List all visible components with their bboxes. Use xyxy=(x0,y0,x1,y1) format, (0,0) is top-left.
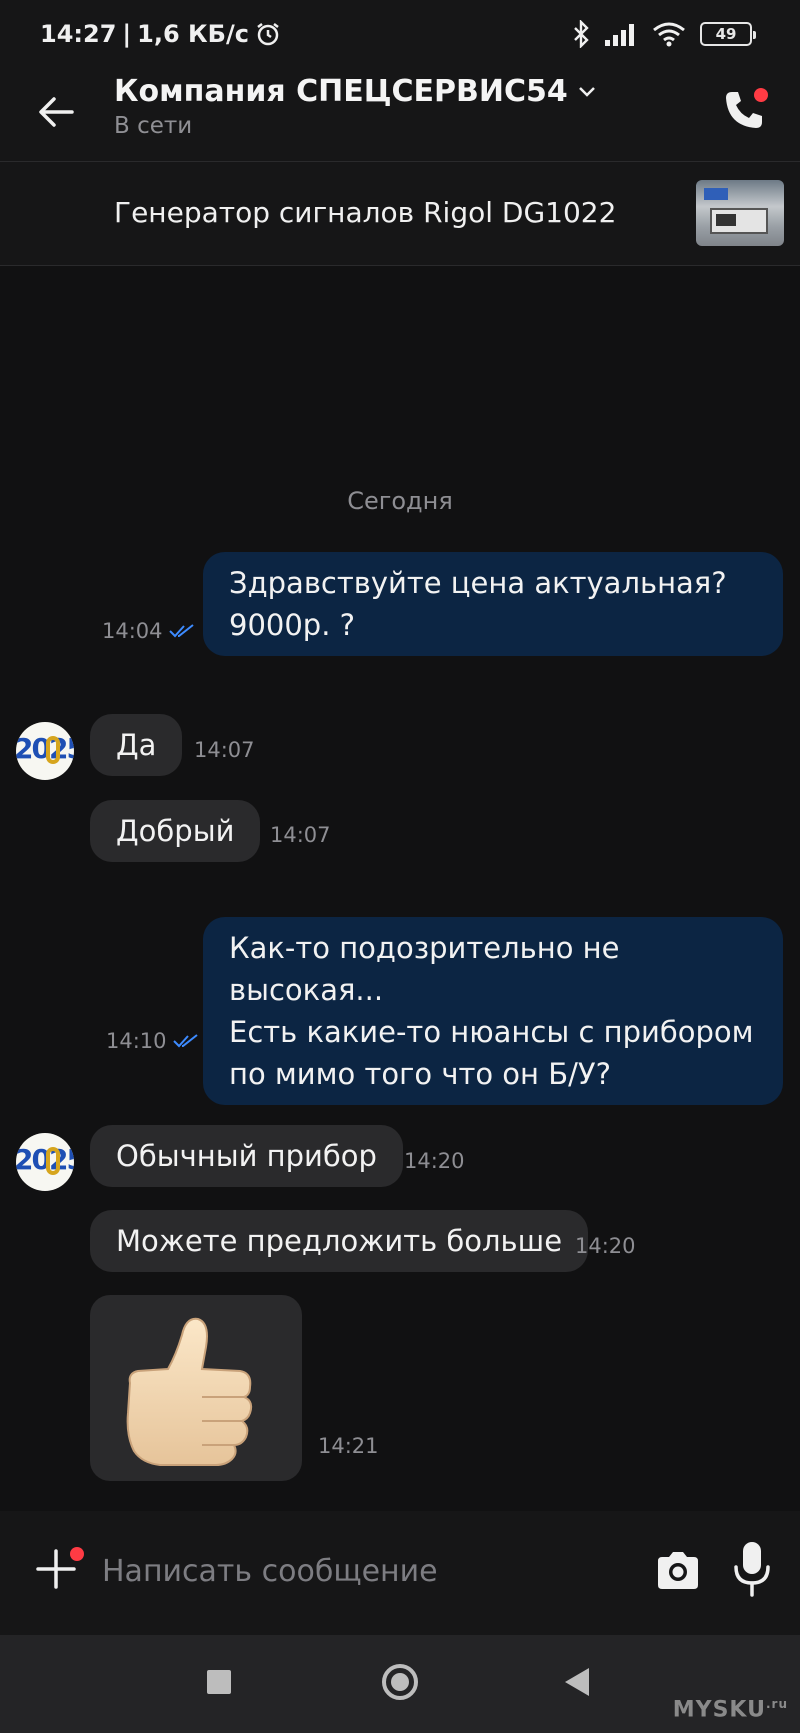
message-text: Да xyxy=(116,728,157,762)
message-line: 9000р. ? xyxy=(229,608,356,642)
watermark-text: MYSKU xyxy=(672,1697,766,1723)
message-time-text: 14:07 xyxy=(270,823,331,847)
online-status: В сети xyxy=(114,113,193,139)
product-title[interactable]: Генератор сигналов Rigol DG1022 xyxy=(114,196,616,229)
call-button[interactable] xyxy=(716,82,772,138)
status-bar: 14:27 | 1,6 КБ/с 49 xyxy=(0,0,800,56)
incoming-message[interactable]: Добрый xyxy=(90,800,261,862)
attach-notification-dot xyxy=(70,1547,84,1561)
message-time: 14:04 xyxy=(102,619,195,643)
battery-indicator: 49 xyxy=(700,22,756,46)
message-line: Здравствуйте цена актуальная? xyxy=(229,566,727,600)
chat-title: Компания СПЕЦСЕРВИС54 xyxy=(114,74,568,109)
thumb-screen xyxy=(716,214,736,226)
date-separator: Сегодня xyxy=(347,487,453,515)
avatar-digits: 2025 xyxy=(16,732,74,765)
sender-avatar[interactable]: 2025 xyxy=(16,722,74,780)
microphone-icon[interactable] xyxy=(728,1539,776,1599)
message-time-text: 14:07 xyxy=(194,738,255,762)
thumb-detail xyxy=(704,188,728,200)
recent-apps-button[interactable] xyxy=(207,1670,231,1694)
thumbs-up-sticker-icon xyxy=(126,1317,253,1466)
system-nav-bar: MYSKU.ru xyxy=(0,1635,800,1733)
product-banner[interactable]: Генератор сигналов Rigol DG1022 xyxy=(0,162,800,266)
message-line: Как-то подозрительно не высокая... xyxy=(229,931,620,1007)
bluetooth-icon xyxy=(574,20,589,48)
nav-back-button[interactable] xyxy=(565,1668,589,1696)
message-time: 14:07 xyxy=(194,738,255,762)
message-time: 14:20 xyxy=(575,1234,636,1258)
chat-title-row[interactable]: Компания СПЕЦСЕРВИС54 xyxy=(114,74,596,109)
message-line: Есть какие-то нюансы с прибором xyxy=(229,1015,754,1049)
message-composer xyxy=(0,1511,800,1635)
sender-avatar[interactable]: 2025 xyxy=(16,1133,74,1191)
double-check-icon xyxy=(172,1034,198,1048)
message-time: 14:07 xyxy=(270,823,331,847)
watermark-suffix: .ru xyxy=(765,1697,788,1711)
message-time-text: 14:04 xyxy=(102,619,163,643)
outgoing-message[interactable]: Здравствуйте цена актуальная? 9000р. ? xyxy=(203,552,783,656)
incoming-message[interactable]: Обычный прибор xyxy=(90,1125,403,1187)
double-check-icon xyxy=(168,624,194,638)
message-time: 14:21 xyxy=(318,1434,379,1458)
message-text: Можете предложить больше xyxy=(116,1224,563,1258)
avatar-snake xyxy=(46,1147,60,1175)
message-input[interactable] xyxy=(102,1543,622,1599)
avatar-snake xyxy=(46,736,60,764)
sticker-message[interactable] xyxy=(90,1295,302,1481)
watermark: MYSKU.ru xyxy=(673,1697,788,1722)
incoming-message[interactable]: Да xyxy=(90,714,183,776)
message-time-text: 14:21 xyxy=(318,1434,379,1458)
message-line: по мимо того что он Б/У? xyxy=(229,1057,611,1091)
camera-icon[interactable] xyxy=(654,1547,702,1595)
chat-header: Компания СПЕЦСЕРВИС54 В сети xyxy=(0,56,800,162)
message-list[interactable]: Сегодня 14:04 Здравствуйте цена актуальн… xyxy=(0,267,800,1511)
message-time-text: 14:20 xyxy=(404,1149,465,1173)
status-time: 14:27 xyxy=(40,20,117,48)
chat-title-block[interactable]: Компания СПЕЦСЕРВИС54 В сети xyxy=(114,74,596,139)
chevron-down-icon[interactable] xyxy=(578,86,596,98)
message-time: 14:20 xyxy=(404,1149,465,1173)
status-speed: 1,6 КБ/с xyxy=(137,20,249,48)
back-button[interactable] xyxy=(34,90,78,134)
call-notification-dot xyxy=(754,88,768,102)
incoming-message[interactable]: Можете предложить больше xyxy=(90,1210,589,1272)
wifi-icon xyxy=(653,22,685,47)
message-text: Обычный прибор xyxy=(116,1139,377,1173)
product-thumbnail[interactable] xyxy=(696,180,784,246)
status-left: 14:27 | 1,6 КБ/с xyxy=(40,20,281,48)
message-time-text: 14:20 xyxy=(575,1234,636,1258)
alarm-icon xyxy=(257,23,279,46)
arrow-left-icon xyxy=(39,97,74,127)
message-time: 14:10 xyxy=(106,1029,199,1053)
home-button[interactable] xyxy=(382,1664,418,1700)
outgoing-message[interactable]: Как-то подозрительно не высокая... Есть … xyxy=(203,917,783,1105)
avatar-digits: 2025 xyxy=(16,1143,74,1176)
signal-icon xyxy=(605,24,634,46)
status-separator: | xyxy=(122,20,132,48)
battery-level: 49 xyxy=(715,25,737,43)
message-text: Добрый xyxy=(116,814,235,848)
status-right: 49 xyxy=(572,20,756,48)
message-time-text: 14:10 xyxy=(106,1029,167,1053)
